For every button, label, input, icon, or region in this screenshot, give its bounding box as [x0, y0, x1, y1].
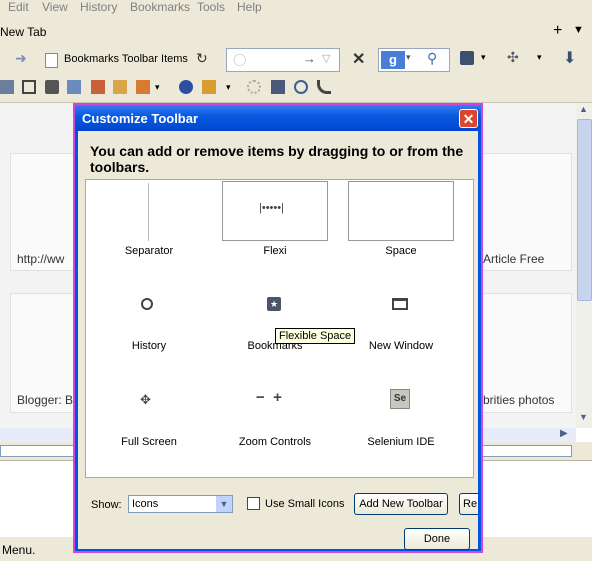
forward-arrow-icon[interactable]: ➜	[15, 50, 27, 67]
bookmarks-toolbar-items[interactable]: Bookmarks Toolbar Items	[64, 53, 188, 65]
instruction-text: You can add or remove items by dragging …	[90, 143, 464, 175]
bug-icon[interactable]: ✣	[507, 49, 519, 66]
download-arrow-icon[interactable]: ⬇	[563, 48, 576, 68]
palette-item-bookmarks[interactable]: ★ Bookmarks	[212, 290, 338, 360]
tab-list-button[interactable]: ▼	[573, 24, 584, 36]
spinner-icon	[247, 80, 261, 94]
palette-item-space[interactable]: Space	[338, 180, 464, 270]
tile-caption-right: Article Free	[483, 252, 545, 266]
close-button[interactable]: ✕	[459, 109, 478, 128]
tab-strip: New Tab + ▼	[0, 16, 592, 44]
palette-item-history[interactable]: History	[86, 290, 212, 360]
customize-toolbar-dialog: Customize Toolbar ✕ You can add or remov…	[73, 103, 483, 553]
reload-icon[interactable]: ↻	[196, 50, 208, 67]
palette-item-flexible-space[interactable]: |•••••| Flexi	[212, 180, 338, 270]
stop-icon[interactable]: ✕	[352, 49, 365, 69]
addon-menu-arrow-icon[interactable]: ▾	[537, 52, 542, 63]
small-icons-checkbox[interactable]	[247, 497, 260, 510]
scroll-thumb[interactable]	[577, 119, 592, 301]
show-select-value: Icons	[132, 498, 159, 510]
addon-icon-5[interactable]	[91, 80, 105, 94]
dialog-title: Customize Toolbar	[82, 111, 199, 126]
url-bar[interactable]: ◯ → ▽	[226, 48, 340, 72]
clipboard-icon[interactable]	[22, 80, 36, 94]
addon-icon-9[interactable]	[202, 80, 216, 94]
fullscreen-icon: ✥	[140, 392, 151, 407]
palette-item-selenium-ide[interactable]: Se Selenium IDE	[338, 385, 464, 455]
done-button[interactable]: Done	[404, 528, 470, 550]
addon-dropdown-icon[interactable]: ▾	[155, 82, 169, 96]
menu-edit[interactable]: Edit	[8, 0, 29, 14]
toolbar-item-palette: Separator |•••••| Flexi Space History ★ …	[85, 179, 474, 478]
palette-item-full-screen[interactable]: ✥ Full Screen	[86, 385, 212, 455]
add-new-toolbar-button[interactable]: Add New Toolbar	[354, 493, 448, 515]
menu-bookmarks[interactable]: Bookmarks	[130, 0, 190, 14]
zoom-icon: − +	[256, 389, 282, 406]
go-arrow-icon[interactable]: →	[303, 51, 316, 66]
menu-tools[interactable]: Tools	[197, 0, 225, 14]
globe-icon: ◯	[233, 52, 247, 66]
tooltip: Flexible Space	[275, 328, 356, 344]
addon-dropdown-icon-2[interactable]: ▾	[226, 82, 240, 96]
addon-toolbar: ▾ ▾	[0, 74, 592, 103]
tile-caption-left: http://ww	[17, 252, 65, 266]
bookmark-star-icon[interactable]	[460, 51, 474, 65]
window-icon	[392, 298, 408, 310]
google-icon[interactable]: g	[381, 51, 405, 69]
menu-history[interactable]: History	[80, 0, 117, 14]
clock-icon	[141, 298, 153, 310]
vertical-scrollbar[interactable]: ▲ ▼	[576, 103, 592, 428]
addon-icon-7[interactable]	[136, 80, 150, 94]
rss-icon[interactable]	[317, 80, 331, 94]
flexible-space-icon: |•••••|	[222, 181, 328, 241]
cursor-icon[interactable]	[67, 80, 81, 94]
scroll-right-icon[interactable]: ▶	[560, 428, 568, 439]
palette-item-new-window[interactable]: New Window	[338, 290, 464, 360]
navigation-toolbar: ➜ Bookmarks Toolbar Items ↻ ◯ → ▽ ✕ g ▾ …	[0, 44, 592, 74]
addon-icon-1[interactable]	[0, 80, 14, 94]
menu-bar: Edit View History Bookmarks Tools Help	[0, 0, 592, 16]
tile-caption-right: brities photos	[483, 393, 555, 407]
palette-item-separator[interactable]: Separator	[86, 180, 212, 270]
refresh-icon[interactable]	[294, 80, 308, 94]
url-dropdown-icon[interactable]: ▽	[322, 52, 330, 65]
search-magnifier-icon[interactable]: ⚲	[427, 50, 437, 67]
bookmark-menu-arrow-icon[interactable]: ▾	[481, 52, 486, 63]
selenium-icon: Se	[390, 389, 410, 409]
dialog-title-bar[interactable]: Customize Toolbar ✕	[75, 105, 481, 131]
print-icon[interactable]	[45, 80, 59, 94]
grid-icon[interactable]	[271, 80, 285, 94]
menu-view[interactable]: View	[42, 0, 68, 14]
tab-new-tab[interactable]: New Tab	[0, 16, 130, 44]
menu-help[interactable]: Help	[237, 0, 262, 14]
space-icon	[348, 181, 454, 241]
status-text: Menu.	[2, 543, 36, 557]
dialog-body: You can add or remove items by dragging …	[78, 131, 478, 550]
small-icons-label[interactable]: Use Small Icons	[265, 498, 344, 510]
pagerank-icon[interactable]	[179, 80, 193, 94]
chevron-down-icon[interactable]: ▼	[216, 496, 232, 512]
tab-title: New Tab	[0, 25, 47, 39]
tile-caption-left: Blogger: B	[17, 393, 74, 407]
separator-icon	[148, 183, 149, 241]
scroll-down-icon[interactable]: ▼	[579, 412, 588, 422]
page-icon	[45, 53, 58, 68]
search-box[interactable]: g ▾ ⚲	[378, 48, 450, 72]
palette-item-zoom-controls[interactable]: − + Zoom Controls	[212, 385, 338, 455]
restore-default-set-button[interactable]: Re	[459, 493, 478, 515]
search-engine-dropdown-icon[interactable]: ▾	[406, 52, 411, 63]
star-icon: ★	[267, 297, 281, 311]
addon-icon-6[interactable]	[113, 80, 127, 94]
show-select[interactable]: Icons ▼	[128, 495, 233, 513]
scroll-up-icon[interactable]: ▲	[579, 104, 588, 114]
new-tab-button[interactable]: +	[553, 22, 562, 40]
show-label: Show:	[91, 499, 122, 511]
